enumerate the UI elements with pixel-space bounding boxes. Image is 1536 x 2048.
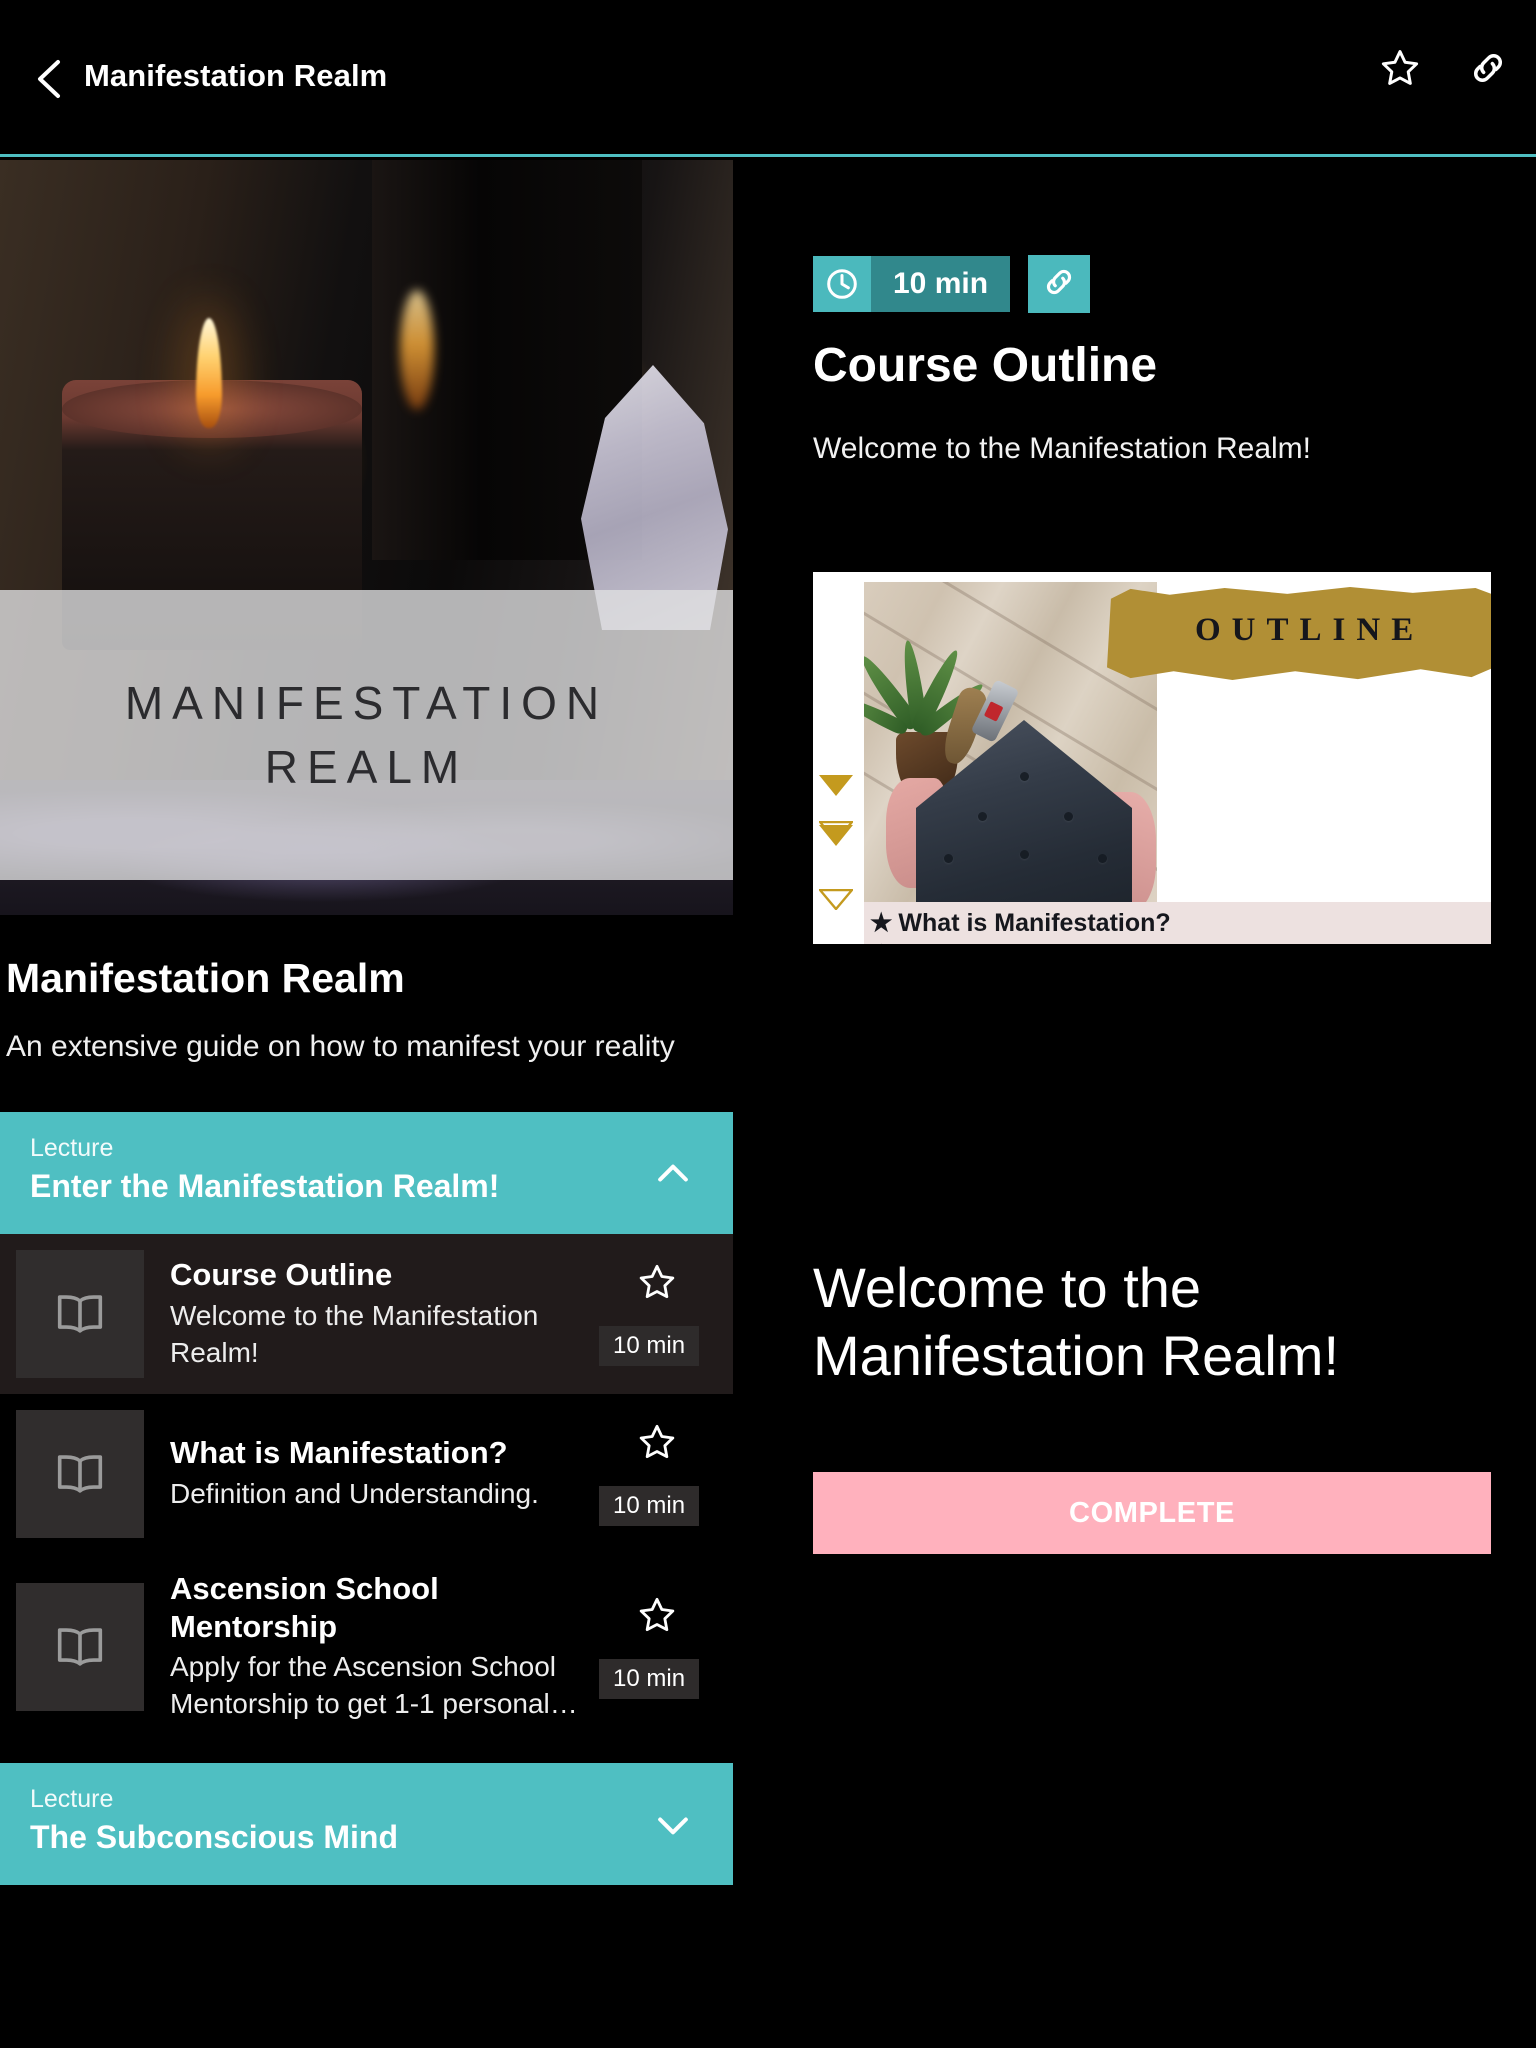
back-button[interactable] xyxy=(34,57,66,101)
section-header-enter-the-manifestation-realm[interactable]: Lecture Enter the Manifestation Realm! xyxy=(0,1111,733,1234)
link-icon xyxy=(1467,47,1509,94)
hero-flame xyxy=(196,318,222,428)
duration-label: 10 min xyxy=(871,256,1011,312)
book-icon xyxy=(16,1249,144,1378)
share-link-button[interactable] xyxy=(1466,48,1510,92)
course-subtitle: An extensive guide on how to manifest yo… xyxy=(6,1030,675,1063)
lesson-link-button[interactable] xyxy=(1028,255,1091,313)
chevron-up-icon[interactable] xyxy=(651,1152,695,1196)
slide-outline-list: ★What is Manifestation? ★Subconscious Mi… xyxy=(864,902,1491,944)
section-title: Enter the Manifestation Realm! xyxy=(30,1167,500,1204)
hero-overlay-line-1: MANIFESTATION xyxy=(124,677,609,729)
hero-overlay-line-2: REALM xyxy=(264,741,469,793)
lesson-badges: 10 min xyxy=(813,255,1091,313)
lesson-row-ascension-school-mentorship[interactable]: Ascension School Mentorship Apply for th… xyxy=(0,1553,733,1740)
section-title: The Subconscious Mind xyxy=(30,1819,399,1856)
lesson-text: Course Outline Welcome to the Manifestat… xyxy=(144,1256,615,1372)
course-sidebar: MANIFESTATION REALM Manifestation Realm … xyxy=(0,160,733,2048)
course-title: Manifestation Realm xyxy=(6,955,405,1001)
lesson-title: What is Manifestation? xyxy=(170,1435,508,1471)
favorite-button[interactable] xyxy=(1378,48,1422,92)
slide-list-item-label: What is Manifestation? xyxy=(898,909,1171,937)
triangle-down-outline-icon xyxy=(819,800,853,842)
lesson-description: Welcome to the Manifestation Realm! xyxy=(170,1299,539,1368)
link-icon xyxy=(1041,264,1077,305)
section-kicker: Lecture xyxy=(30,1133,114,1162)
book-icon xyxy=(16,1582,144,1711)
app-bar: Manifestation Realm xyxy=(0,0,1536,157)
course-hero-image: MANIFESTATION REALM xyxy=(0,160,733,915)
slide-arrow-markers xyxy=(813,775,859,910)
star-bullet-icon: ★ xyxy=(870,941,892,944)
lesson-slide-image: OUTLINE ★ What is Manifestation? xyxy=(813,572,1491,944)
app-bar-actions xyxy=(1378,48,1510,92)
lesson-title: Ascension School Mentorship xyxy=(170,1570,439,1644)
page-title: Manifestation Realm xyxy=(84,58,388,93)
lesson-meta: 10 min xyxy=(599,1583,733,1711)
slide-list-item: ★ What is Manifestation? xyxy=(870,908,1491,940)
slide-heading: OUTLINE xyxy=(1195,612,1425,648)
clock-icon xyxy=(813,256,871,312)
complete-button[interactable]: COMPLETE xyxy=(813,1472,1491,1554)
hero-flame-reflection xyxy=(400,290,434,410)
slide-list-item-label: Subconscious Mind and Processes xyxy=(898,941,1318,944)
triangle-down-filled-icon xyxy=(819,775,853,796)
star-bullet-icon: ★ xyxy=(870,909,893,937)
duration-badge: 10 min xyxy=(813,256,1011,312)
lesson-lead-text: Welcome to the Manifestation Realm! xyxy=(813,432,1312,465)
lesson-meta: 10 min xyxy=(599,1410,733,1538)
book-icon xyxy=(16,1409,144,1538)
star-outline-icon[interactable] xyxy=(637,1262,677,1307)
lesson-duration-badge: 10 min xyxy=(599,1485,700,1526)
lesson-duration-badge: 10 min xyxy=(599,1325,700,1366)
star-outline-icon[interactable] xyxy=(637,1422,677,1467)
section-header-the-subconscious-mind[interactable]: Lecture The Subconscious Mind xyxy=(0,1763,733,1886)
lesson-description: Definition and Understanding. xyxy=(170,1478,539,1510)
lesson-row-course-outline[interactable]: Course Outline Welcome to the Manifestat… xyxy=(0,1233,733,1394)
lesson-description: Apply for the Ascension School Mentorshi… xyxy=(170,1651,578,1720)
chevron-left-icon xyxy=(34,57,66,101)
hero-title-overlay: MANIFESTATION REALM xyxy=(0,590,733,880)
slide-list-item: ★ Subconscious Mind and Processes xyxy=(870,940,1491,944)
section-kicker: Lecture xyxy=(30,1785,114,1814)
lesson-text: What is Manifestation? Definition and Un… xyxy=(144,1434,615,1513)
triangle-down-outline-icon xyxy=(819,868,853,910)
lesson-duration-badge: 10 min xyxy=(599,1658,700,1699)
lesson-row-what-is-manifestation[interactable]: What is Manifestation? Definition and Un… xyxy=(0,1393,733,1554)
lesson-meta: 10 min xyxy=(599,1250,733,1378)
lesson-body-heading: Welcome to the Manifestation Realm! xyxy=(813,1256,1340,1388)
star-outline-icon[interactable] xyxy=(637,1595,677,1640)
lesson-text: Ascension School Mentorship Apply for th… xyxy=(144,1570,615,1724)
lesson-heading: Course Outline xyxy=(813,339,1158,392)
lesson-content-panel: 10 min Course Outline Welcome to the Man… xyxy=(733,160,1536,2048)
chevron-down-icon[interactable] xyxy=(651,1803,695,1847)
star-outline-icon xyxy=(1379,47,1421,94)
lesson-title: Course Outline xyxy=(170,1256,393,1292)
